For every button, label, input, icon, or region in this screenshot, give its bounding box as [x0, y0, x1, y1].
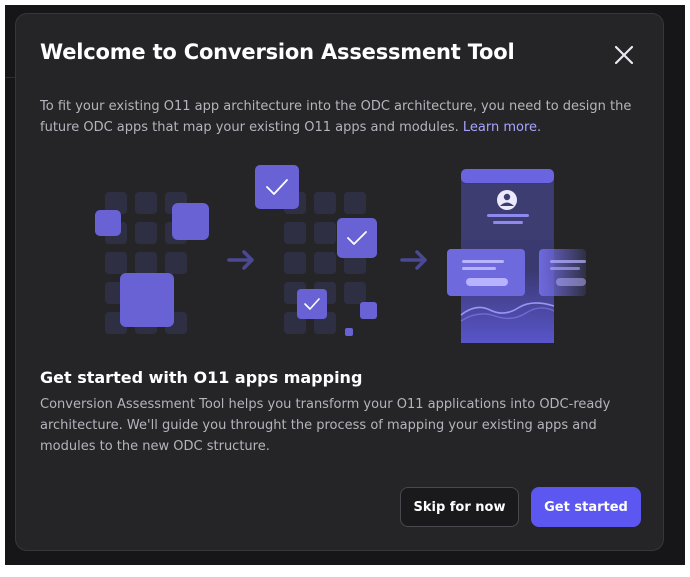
get-started-button[interactable]: Get started [531, 487, 641, 527]
intro-text: To fit your existing O11 app architectur… [40, 96, 640, 138]
intro-text-body: To fit your existing O11 app architectur… [40, 99, 632, 135]
arrow-right-icon [227, 250, 254, 270]
section-title: Get started with O11 apps mapping [40, 368, 363, 387]
learn-more-link[interactable]: Learn more. [463, 120, 541, 135]
dialog-title: Welcome to Conversion Assessment Tool [40, 40, 515, 64]
welcome-dialog: Welcome to Conversion Assessment Tool To… [15, 13, 664, 551]
module-grid-icon [95, 192, 209, 334]
skip-button[interactable]: Skip for now [400, 487, 519, 527]
app-mockup-icon [447, 169, 586, 343]
arrow-right-icon [400, 250, 427, 270]
checked-grid-icon [255, 165, 377, 336]
close-button[interactable] [610, 41, 638, 69]
close-icon [614, 45, 634, 65]
mapping-illustration [95, 165, 586, 343]
section-description: Conversion Assessment Tool helps you tra… [40, 397, 611, 454]
